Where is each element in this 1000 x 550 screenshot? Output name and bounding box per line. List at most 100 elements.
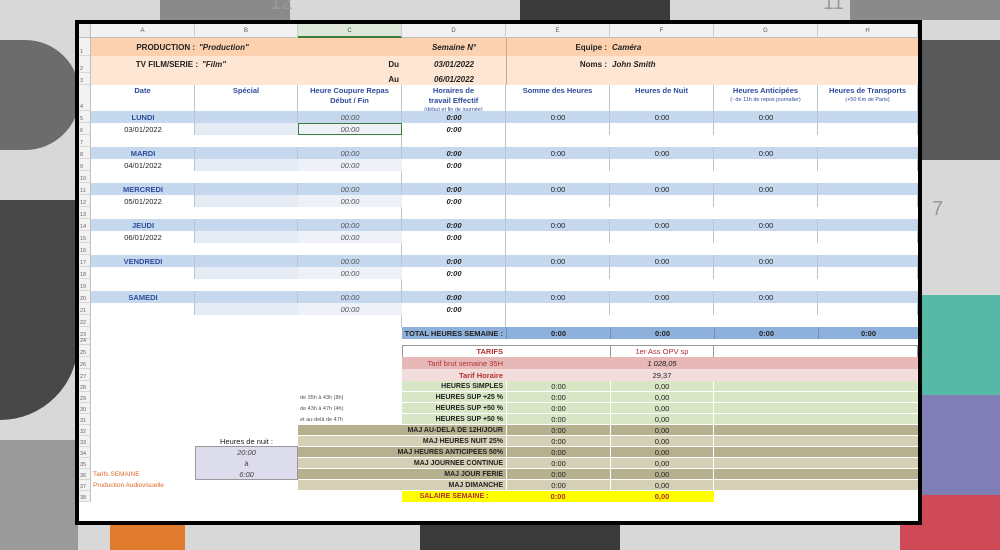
row-header[interactable]: 8 — [79, 147, 91, 159]
somme-value[interactable]: 0:00 — [506, 255, 610, 267]
total-somme[interactable]: 0:00 — [506, 327, 610, 339]
calc-label[interactable]: MAJ HEURES ANTICIPEES 50% — [298, 447, 506, 458]
row-header[interactable]: 10 — [79, 171, 91, 183]
nuit-value[interactable]: 0:00 — [610, 255, 714, 267]
horaire-start[interactable]: 0:00 — [402, 111, 506, 123]
coupure-start[interactable]: 00:00 — [298, 183, 402, 195]
tarif-brut-label[interactable]: Tarif brut semaine 35H — [402, 357, 506, 369]
horaire-end[interactable]: 0:00 — [402, 267, 506, 279]
calc-label[interactable]: HEURES SUP +50 % — [402, 403, 506, 414]
coupure-start[interactable]: 00:00 — [298, 219, 402, 231]
special-cell[interactable] — [195, 123, 298, 135]
column-header-h[interactable]: H — [818, 24, 918, 38]
special-cell[interactable] — [195, 159, 298, 171]
anticipees-value[interactable]: 0:00 — [714, 291, 818, 303]
row-header[interactable]: 18 — [79, 267, 91, 279]
calc-note[interactable]: et au-delà de 47h — [298, 414, 402, 425]
calc-hours[interactable]: 0:00 — [506, 480, 610, 491]
day-name[interactable]: MERCREDI — [91, 183, 195, 195]
row-header[interactable]: 35 — [79, 458, 91, 469]
day-name[interactable]: JEUDI — [91, 219, 195, 231]
anticipees-value[interactable]: 0:00 — [714, 255, 818, 267]
anticipees-value[interactable]: 0:00 — [714, 147, 818, 159]
noms-label[interactable]: Noms : — [506, 56, 610, 73]
total-label[interactable]: TOTAL HEURES SEMAINE : — [298, 327, 506, 339]
equipe-label[interactable]: Equipe : — [506, 38, 610, 56]
day-name[interactable]: SAMEDI — [91, 291, 195, 303]
calc-hours[interactable]: 0:00 — [506, 381, 610, 392]
column-header-b[interactable]: B — [195, 24, 298, 38]
du-label[interactable]: Du — [298, 56, 402, 73]
row-header[interactable]: 30 — [79, 403, 91, 414]
row-header[interactable]: 29 — [79, 392, 91, 403]
calc-amount[interactable]: 0,00 — [610, 414, 714, 425]
coupure-end[interactable]: 00:00 — [298, 159, 402, 171]
special-cell[interactable] — [195, 195, 298, 207]
anticipees-value[interactable]: 0:00 — [714, 183, 818, 195]
row-header[interactable]: 16 — [79, 243, 91, 255]
calc-label[interactable]: MAJ JOUR FERIE — [298, 469, 506, 480]
calc-amount[interactable]: 0,00 — [610, 403, 714, 414]
somme-value[interactable]: 0:00 — [506, 111, 610, 123]
calc-amount[interactable]: 0,00 — [610, 381, 714, 392]
semaine-label[interactable]: Semaine N° — [402, 38, 506, 56]
day-name[interactable]: VENDREDI — [91, 255, 195, 267]
row-header[interactable]: 34 — [79, 447, 91, 458]
day-name[interactable]: MARDI — [91, 147, 195, 159]
selected-cell[interactable]: 00:00 — [298, 123, 402, 135]
au-value[interactable]: 06/01/2022 — [402, 73, 506, 85]
calc-amount[interactable]: 0,00 — [610, 436, 714, 447]
row-header[interactable]: 21 — [79, 303, 91, 315]
nuit-value[interactable]: 0:00 — [610, 183, 714, 195]
row-header[interactable]: 17 — [79, 255, 91, 267]
horaire-end[interactable]: 0:00 — [402, 159, 506, 171]
nuit-box-end[interactable]: 6:00 — [195, 469, 298, 480]
salaire-amount[interactable]: 0,00 — [610, 491, 714, 502]
calc-hours[interactable]: 0:00 — [506, 425, 610, 436]
calc-label[interactable]: MAJ JOURNEE CONTINUE — [298, 458, 506, 469]
nuit-value[interactable]: 0:00 — [610, 147, 714, 159]
coupure-end[interactable]: 00:00 — [298, 267, 402, 279]
horaire-start[interactable]: 0:00 — [402, 255, 506, 267]
calc-label[interactable]: HEURES SUP +25 % — [402, 392, 506, 403]
salaire-hours[interactable]: 0:00 — [506, 491, 610, 502]
day-name[interactable]: LUNDI — [91, 111, 195, 123]
select-all-corner[interactable] — [79, 24, 91, 38]
calc-amount[interactable]: 0,00 — [610, 392, 714, 403]
calc-hours[interactable]: 0:00 — [506, 469, 610, 480]
calc-note[interactable]: de 35h à 43h (8h) — [298, 392, 402, 403]
row-header[interactable]: 38 — [79, 491, 91, 502]
calc-label[interactable]: HEURES SIMPLES — [402, 381, 506, 392]
calc-amount[interactable]: 0,00 — [610, 458, 714, 469]
du-value[interactable]: 03/01/2022 — [402, 56, 506, 73]
row-header[interactable]: 13 — [79, 207, 91, 219]
horaire-start[interactable]: 0:00 — [402, 147, 506, 159]
row-header[interactable]: 14 — [79, 219, 91, 231]
row-header[interactable]: 33 — [79, 436, 91, 447]
anticipees-value[interactable]: 0:00 — [714, 219, 818, 231]
tvfilm-label[interactable]: TV FILM/SERIE : — [91, 56, 199, 73]
row-header[interactable]: 25 — [79, 345, 91, 357]
coupure-end[interactable]: 00:00 — [298, 303, 402, 315]
tarif-brut-value[interactable]: 1 028,05 — [610, 357, 714, 369]
coupure-end[interactable]: 00:00 — [298, 231, 402, 243]
production-value[interactable]: "Production" — [197, 38, 347, 56]
special-cell[interactable] — [195, 291, 298, 303]
column-header-d[interactable]: D — [402, 24, 506, 38]
calc-amount[interactable]: 0,00 — [610, 469, 714, 480]
calc-amount[interactable]: 0,00 — [610, 425, 714, 436]
total-anticipees[interactable]: 0:00 — [714, 327, 818, 339]
nuit-value[interactable]: 0:00 — [610, 111, 714, 123]
special-cell[interactable] — [195, 267, 298, 279]
horaire-start[interactable]: 0:00 — [402, 183, 506, 195]
row-header[interactable]: 19 — [79, 279, 91, 291]
tarifs-label[interactable]: TARIFS — [402, 345, 506, 357]
nuit-box-sep[interactable]: à — [195, 458, 298, 469]
calc-hours[interactable]: 0:00 — [506, 414, 610, 425]
coupure-end[interactable]: 00:00 — [298, 195, 402, 207]
calc-label[interactable]: MAJ HEURES NUIT 25% — [298, 436, 506, 447]
total-nuit[interactable]: 0:00 — [610, 327, 714, 339]
special-cell[interactable] — [195, 303, 298, 315]
column-header-f[interactable]: F — [610, 24, 714, 38]
special-cell[interactable] — [195, 111, 298, 123]
